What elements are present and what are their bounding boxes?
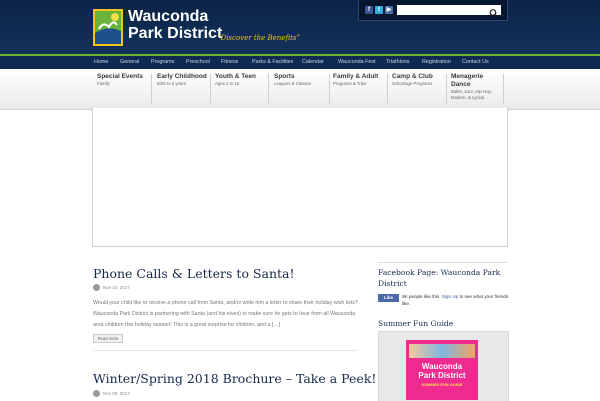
summer-guide-cover[interactable]: Wauconda Park District SUMMER FUN GUIDE (406, 340, 478, 400)
nav-triathlons[interactable]: Triathlons (386, 56, 409, 69)
nav-programs[interactable]: Programs (151, 56, 174, 69)
category-subtitle: Birth to 6 years (157, 81, 186, 86)
cover-title-line2: Park District (418, 371, 466, 380)
nav-parks-facilities[interactable]: Parks & Facilities (252, 56, 293, 69)
category-title: Early Childhood (157, 73, 207, 80)
site-title-line2: Park District (128, 25, 223, 42)
site-header (0, 0, 600, 54)
cover-subtitle: SUMMER FUN GUIDE (421, 382, 463, 387)
post-date: Nov 20, 2017 (103, 285, 130, 290)
category-subtitle: Family (97, 81, 110, 86)
post-title[interactable]: Phone Calls & Letters to Santa! (93, 266, 295, 281)
cover-photo (409, 344, 475, 358)
category-divider (210, 74, 211, 104)
category-youth-teen[interactable]: Youth & Teen Ages 4 to 15 (212, 73, 256, 105)
post-title[interactable]: Winter/Spring 2018 Brochure – Take a Pee… (93, 371, 376, 386)
nav-home[interactable]: Home (94, 56, 108, 69)
logo-icon[interactable] (93, 9, 123, 46)
main-nav: Home General Programs Preschool Fitness … (0, 56, 600, 69)
nav-wauconda-fest[interactable]: Wauconda Fest (338, 56, 376, 69)
twitter-icon[interactable]: t (375, 6, 383, 14)
category-divider (151, 74, 152, 104)
category-subtitle: Programs & Trips (333, 81, 367, 86)
category-divider (387, 74, 388, 104)
post-separator (93, 350, 358, 351)
category-family-adult[interactable]: Family & Adult Programs & Trips (330, 73, 378, 105)
facebook-widget-title: Facebook Page: Wauconda Park District (378, 268, 501, 288)
site-title[interactable]: Wauconda Park District (128, 8, 222, 42)
post-excerpt: Would your child like to receive a phone… (93, 300, 358, 328)
facebook-like-text: 9K people like this. Sign Up to see what… (402, 293, 512, 307)
nav-calendar[interactable]: Calendar (302, 56, 324, 69)
category-special-events[interactable]: Special Events Family (94, 73, 143, 105)
nav-general[interactable]: General (120, 56, 139, 69)
cover-title-line1: Wauconda (421, 362, 463, 371)
search-icon (489, 9, 498, 18)
featured-slider[interactable] (92, 108, 508, 247)
category-menagerie-dance[interactable]: Menagerie Dance Ballet, Jazz, Hip Hop, M… (448, 73, 492, 105)
category-title: Family & Adult (333, 73, 379, 80)
category-title-line2: Dance (451, 81, 471, 88)
calendar-icon (93, 390, 100, 397)
nav-contact-us[interactable]: Contact Us (462, 56, 489, 69)
post-date: Nov 06, 2017 (103, 391, 130, 396)
category-title: Youth & Teen (215, 73, 256, 80)
search-button[interactable] (487, 5, 501, 18)
calendar-icon (93, 284, 100, 291)
category-divider (446, 74, 447, 104)
category-title: Sports (274, 73, 295, 80)
category-title: Special Events (97, 73, 143, 80)
nav-fitness[interactable]: Fitness (221, 56, 238, 69)
facebook-like-button[interactable]: Like (378, 294, 399, 302)
category-title: Camp & Club (392, 73, 433, 80)
category-sports[interactable]: Sports Leagues & Classes (271, 73, 311, 105)
youtube-icon[interactable]: ▶ (385, 6, 393, 14)
category-divider (268, 74, 269, 104)
cover-title: Wauconda Park District (406, 362, 478, 380)
category-subtitle: Leagues & Classes (274, 81, 312, 86)
search-input[interactable] (397, 5, 491, 15)
sidebar-rule (378, 262, 508, 263)
tagline: “Discover the Benefits” (217, 34, 301, 42)
signup-link[interactable]: Sign Up (442, 294, 458, 299)
site-title-line1: Wauconda (128, 8, 209, 25)
summer-guide-title: Summer Fun Guide (378, 319, 454, 328)
facebook-icon[interactable]: f (365, 6, 373, 14)
category-title-line1: Menagerie (451, 73, 484, 80)
like-count-text: 9K people like this. (402, 294, 441, 299)
read-more-button[interactable]: Read more (93, 334, 123, 343)
nav-registration[interactable]: Registration (422, 56, 451, 69)
category-subtitle: Schoolage Programs (392, 81, 433, 86)
nav-preschool[interactable]: Preschool (186, 56, 210, 69)
category-camp-club[interactable]: Camp & Club Schoolage Programs (389, 73, 433, 105)
category-subtitle: Ages 4 to 15 (215, 81, 240, 86)
category-subtitle-line2: Modern, & Lyrical (451, 95, 485, 100)
category-early-childhood[interactable]: Early Childhood Birth to 6 years (154, 73, 207, 105)
category-divider (503, 74, 504, 104)
category-bar: Special Events Family Early Childhood Bi… (0, 69, 600, 110)
